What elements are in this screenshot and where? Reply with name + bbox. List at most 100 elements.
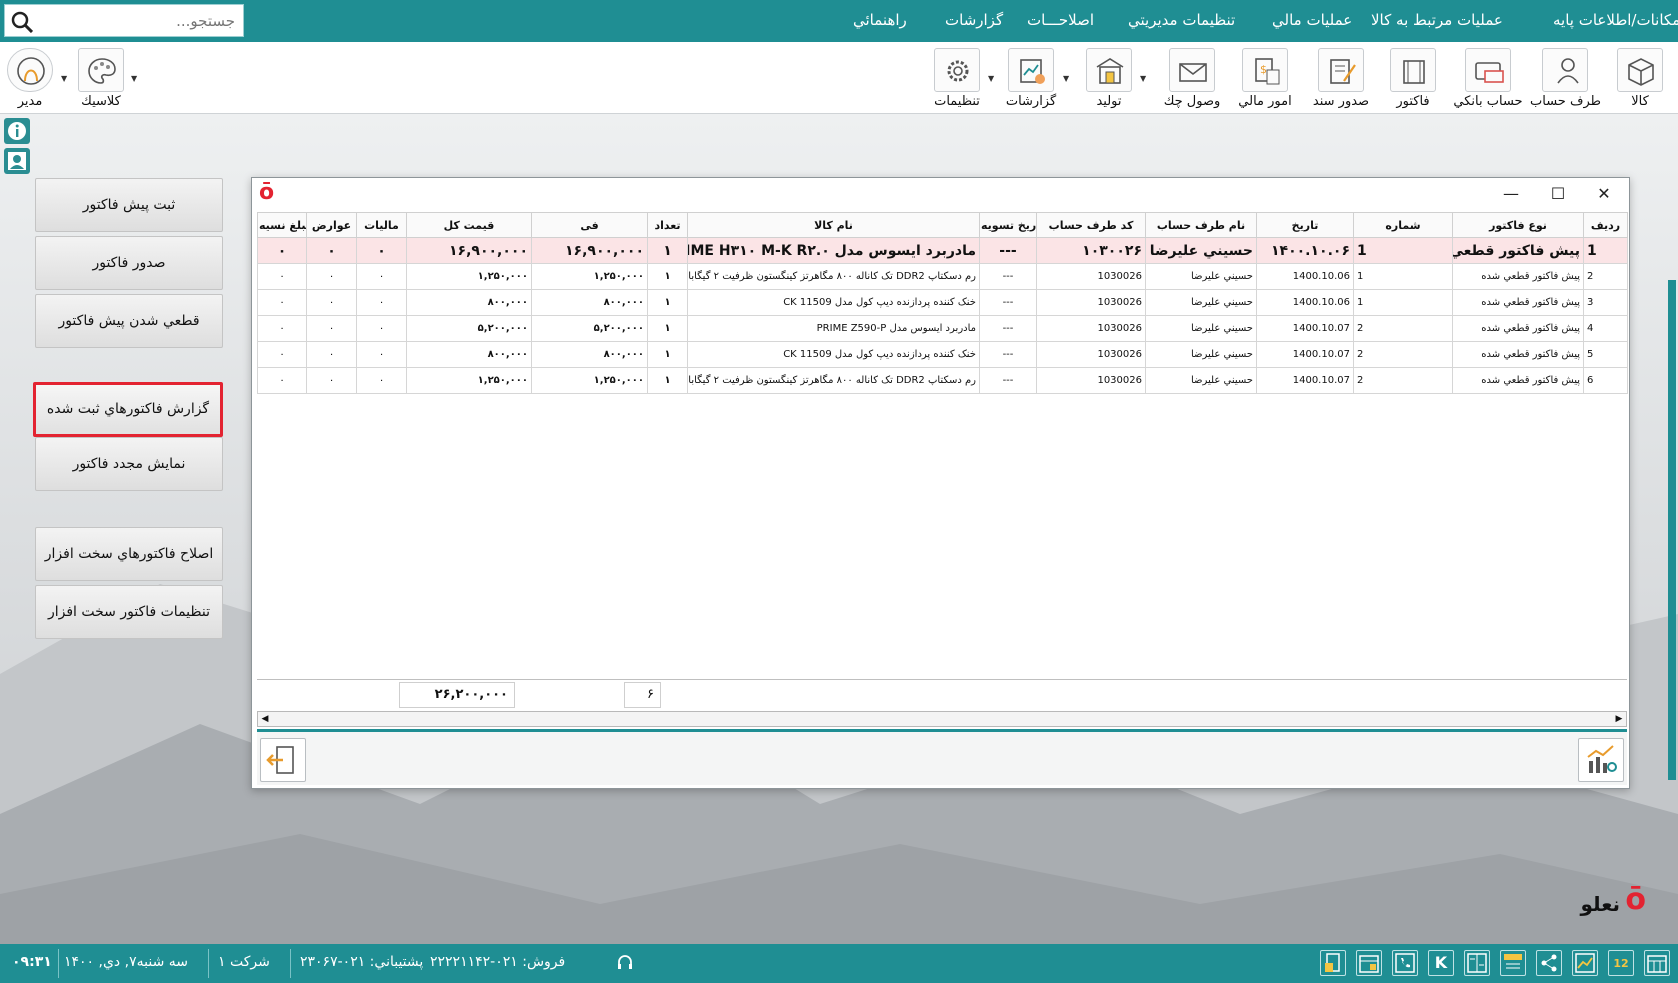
company-name[interactable]: شركت ۱ (218, 954, 270, 970)
toolbar-issue-document-button[interactable]: صدور سند (1306, 46, 1376, 112)
search-icon[interactable] (11, 11, 33, 33)
toolbar-reports-button[interactable]: گزارشات (1002, 46, 1060, 112)
status-k-icon[interactable]: K (1428, 950, 1454, 976)
col-header-quantity[interactable]: تعداد (647, 212, 688, 238)
toolbar-cheque-receipt-button[interactable]: وصول چك (1156, 46, 1228, 112)
redisplay-invoice-button[interactable]: نمايش مجدد فاكتور (35, 437, 223, 491)
toolbar-account-party-button[interactable]: طرف حساب (1530, 46, 1601, 112)
col-header-credit-amount[interactable]: مبلغ نسيه (257, 212, 307, 238)
gear-icon (934, 48, 980, 92)
status-phone-icon[interactable] (1392, 950, 1418, 976)
status-bar: ۰۹:۳۱ سه شنبه۷, دي, ۱۴۰۰ شركت ۱ پشتيباني… (0, 944, 1678, 983)
table-row[interactable]: ۰ ۰ ۰ ۵,۲۰۰,۰۰۰ ۵,۲۰۰,۰۰۰ ۱ مادربرد ایسوس مدل … (257, 315, 1628, 342)
chevron-down-icon[interactable]: ▼ (61, 74, 67, 83)
registered-invoices-report-button[interactable]: گزارش فاكتورهاي ثبت شده (33, 382, 223, 437)
toolbar-production-button[interactable]: توليد (1080, 46, 1138, 112)
col-header-account-name[interactable]: نام طرف حساب (1145, 212, 1257, 238)
cell-product-name: رم دسكتاپ DDR2 تک کاناله ۸۰۰ مگاهرتز کین… (687, 367, 980, 394)
cell-credit-amount: ۰ (257, 315, 307, 342)
col-header-settlement-date[interactable]: تاريخ تسويه (979, 212, 1037, 238)
invoice-icon (1390, 48, 1436, 92)
minimize-button[interactable]: — (1497, 183, 1525, 205)
support-phone: پشتيباني: ۰۲۱-۲۳۰۶۷ (300, 954, 424, 970)
cell-quantity: ۱ (647, 315, 688, 342)
status-share-icon[interactable] (1536, 950, 1562, 976)
table-row[interactable]: ۰ ۰ ۰ ۸۰۰,۰۰۰ ۸۰۰,۰۰۰ ۱ خنک کننده پردازنده دیپ… (257, 341, 1628, 368)
menu-management-settings[interactable]: تنظيمات مديريتي (1128, 11, 1235, 29)
footer-total-price: ۲۶,۲۰۰,۰۰۰ (399, 682, 515, 708)
table-row[interactable]: ۰ ۰ ۰ ۱,۲۵۰,۰۰۰ ۱,۲۵۰,۰۰۰ ۱ رم دسكتاپ DDR2 تک … (257, 263, 1628, 290)
close-button[interactable]: ✕ (1590, 183, 1618, 205)
col-header-row[interactable]: رديف (1583, 212, 1628, 238)
toolbar-financial-affairs-button[interactable]: $ امور مالي (1232, 46, 1298, 112)
user-profile-icon[interactable] (4, 148, 30, 174)
status-invoice-icon[interactable] (1320, 950, 1346, 976)
cell-invoice-type: پيش فاكتور قطعي شده (1452, 237, 1584, 264)
hardware-invoice-settings-button[interactable]: تنظيمات فاكتور سخت افزار (35, 585, 223, 639)
table-row[interactable]: ۰ ۰ ۰ ۱,۲۵۰,۰۰۰ ۱,۲۵۰,۰۰۰ ۱ رم دسكتاپ DDR2 تک … (257, 367, 1628, 394)
toolbar-bank-account-button[interactable]: حساب بانكي (1450, 46, 1526, 112)
col-header-total-price[interactable]: قيمت كل (406, 212, 532, 238)
toolbar-user-manager-button[interactable]: مدير (4, 46, 56, 112)
search-box[interactable] (4, 4, 244, 37)
menu-corrections[interactable]: اصلاحـــات (1027, 11, 1094, 29)
scroll-left-icon[interactable]: ◀ (258, 712, 272, 726)
cell-tax: ۰ (356, 341, 407, 368)
cell-tax: ۰ (356, 315, 407, 342)
cell-unit-price: ۱,۲۵۰,۰۰۰ (531, 367, 648, 394)
toolbar-theme-classic-button[interactable]: كلاسيك (70, 46, 132, 112)
horizontal-scrollbar[interactable]: ◀ ▶ (257, 711, 1627, 727)
cell-row-index: 2 (1583, 263, 1628, 290)
search-input[interactable] (39, 8, 237, 33)
scroll-right-icon[interactable]: ▶ (1612, 712, 1626, 726)
register-proforma-button[interactable]: ثبت پيش فاكتور (35, 178, 223, 232)
info-icon[interactable] (4, 118, 30, 144)
cell-invoice-date: 1400.10.06 (1256, 263, 1354, 290)
col-header-unit-price[interactable]: فی (531, 212, 648, 238)
issue-invoice-button[interactable]: صدور فاكتور (35, 236, 223, 290)
cell-unit-price: ۱۶,۹۰۰,۰۰۰ (531, 237, 648, 264)
col-header-product-name[interactable]: نام كالا (687, 212, 980, 238)
status-grid-calendar-icon[interactable] (1644, 950, 1670, 976)
cell-account-code: 1030026 (1036, 315, 1146, 342)
col-header-date[interactable]: تاريخ (1256, 212, 1354, 238)
col-header-account-code[interactable]: كد طرف حساب (1036, 212, 1146, 238)
cell-invoice-type: پيش فاكتور قطعي شده (1452, 341, 1584, 368)
table-row[interactable]: ۰ ۰ ۰ ۱۶,۹۰۰,۰۰۰ ۱۶,۹۰۰,۰۰۰ ۱ مادربرد ايسوس مد… (257, 237, 1628, 264)
window-title-bar: ō — ☐ ✕ (252, 178, 1629, 210)
cell-account-code: ۱۰۳۰۰۲۶ (1036, 237, 1146, 264)
toolbar-goods-button[interactable]: كالا (1606, 46, 1674, 112)
edit-hardware-invoices-button[interactable]: اصلاح فاكتورهاي سخت افزار (35, 527, 223, 581)
status-calendar-icon[interactable] (1356, 950, 1382, 976)
menu-reports[interactable]: گزارشات (945, 11, 1003, 29)
cell-quantity: ۱ (647, 289, 688, 316)
maximize-button[interactable]: ☐ (1544, 183, 1572, 205)
cell-row-index: 4 (1583, 315, 1628, 342)
menu-financial-operations[interactable]: عمليات مالي (1272, 11, 1352, 29)
status-chart-icon[interactable] (1572, 950, 1598, 976)
col-header-duties[interactable]: عوارض (306, 212, 357, 238)
chevron-down-icon[interactable]: ▼ (1063, 74, 1069, 83)
toolbar-invoice-button[interactable]: فاكتور (1382, 46, 1444, 112)
menu-basic-info[interactable]: امكانات/اطلاعات پايه (1553, 11, 1678, 29)
cell-duties: ۰ (306, 289, 357, 316)
chevron-down-icon[interactable]: ▼ (988, 74, 994, 83)
vertical-scrollbar[interactable] (1668, 280, 1676, 780)
menu-help[interactable]: راهنمائي (853, 11, 907, 29)
exit-button[interactable] (260, 738, 306, 782)
cell-tax: ۰ (356, 263, 407, 290)
status-split-icon[interactable] (1464, 950, 1490, 976)
table-row[interactable]: ۰ ۰ ۰ ۸۰۰,۰۰۰ ۸۰۰,۰۰۰ ۱ خنک کننده پردازنده دیپ… (257, 289, 1628, 316)
status-note-icon[interactable] (1500, 950, 1526, 976)
col-header-number[interactable]: شماره (1353, 212, 1453, 238)
menu-goods-operations[interactable]: عمليات مرتبط به كالا (1371, 11, 1503, 29)
finance-calculator-icon: $ (1242, 48, 1288, 92)
report-chart-button[interactable] (1578, 738, 1624, 782)
toolbar-settings-button[interactable]: تنظيمات (928, 46, 986, 112)
status-calendar-day-icon[interactable]: 12 (1608, 950, 1634, 976)
chevron-down-icon[interactable]: ▼ (1140, 74, 1146, 83)
finalize-proforma-button[interactable]: قطعي شدن پيش فاكتور (35, 294, 223, 348)
col-header-invoice-type[interactable]: نوع فاكتور (1452, 212, 1584, 238)
cell-tax: ۰ (356, 289, 407, 316)
col-header-tax[interactable]: ماليات (356, 212, 407, 238)
